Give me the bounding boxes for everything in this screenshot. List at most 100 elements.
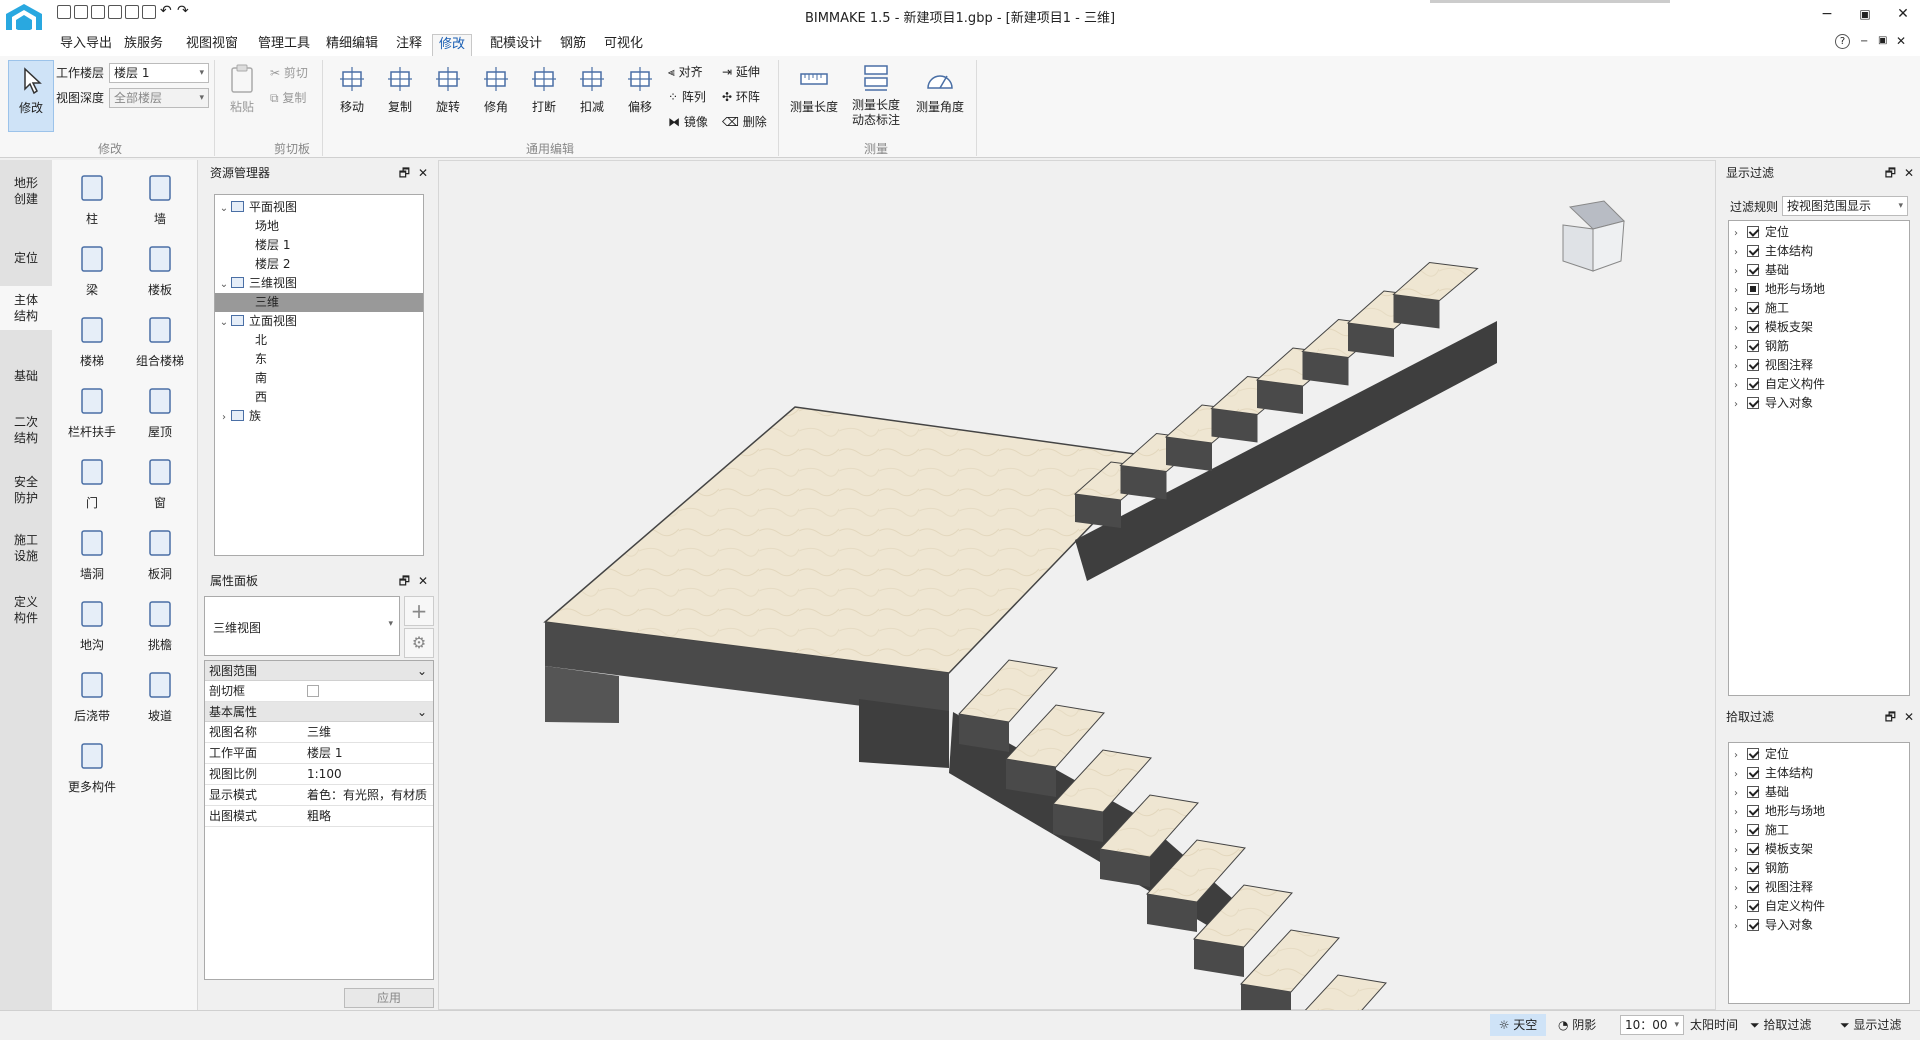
- filter-checkbox[interactable]: [1747, 226, 1759, 238]
- component-button-0[interactable]: 柱: [62, 172, 122, 227]
- sky-toggle[interactable]: ☼ 天空: [1490, 1014, 1546, 1036]
- filter-item[interactable]: › 定位: [1729, 745, 1909, 764]
- component-button-11[interactable]: 板洞: [130, 527, 190, 582]
- work-floor-select[interactable]: 楼层 1 ▾: [109, 63, 209, 83]
- filter-item[interactable]: › 定位: [1729, 223, 1909, 242]
- tool-subtract-button[interactable]: 扣减: [570, 64, 614, 115]
- menu-tab-9[interactable]: 可视化: [598, 34, 649, 56]
- component-button-7[interactable]: 屋顶: [130, 385, 190, 440]
- menu-tab-6[interactable]: 修改: [432, 34, 473, 56]
- pin-icon[interactable]: 🗗: [399, 162, 410, 184]
- help-icon[interactable]: ?: [1835, 34, 1850, 49]
- minimize-button[interactable]: −: [1812, 3, 1842, 25]
- measure-angle-button[interactable]: 测量角度: [912, 64, 968, 115]
- tool-copy-button[interactable]: 复制: [378, 64, 422, 115]
- filter-checkbox[interactable]: [1747, 264, 1759, 276]
- close-icon[interactable]: ✕: [1904, 706, 1914, 728]
- filter-checkbox[interactable]: [1747, 321, 1759, 333]
- filter-item[interactable]: › 基础: [1729, 783, 1909, 802]
- filter-item[interactable]: › 施工: [1729, 821, 1909, 840]
- filter-checkbox[interactable]: [1747, 245, 1759, 257]
- tree-item[interactable]: 南: [215, 369, 423, 388]
- filter-checkbox[interactable]: [1747, 881, 1759, 893]
- time-select[interactable]: 10：00 ▾: [1620, 1015, 1684, 1035]
- component-button-13[interactable]: 挑檐: [130, 598, 190, 653]
- filter-checkbox[interactable]: [1747, 786, 1759, 798]
- filter-checkbox[interactable]: [1747, 359, 1759, 371]
- menu-tab-8[interactable]: 钢筋: [554, 34, 592, 56]
- filter-checkbox[interactable]: [1747, 900, 1759, 912]
- category-tab-2[interactable]: 主体结构: [0, 286, 52, 330]
- chevron-right-icon[interactable]: ›: [1729, 898, 1743, 917]
- filter-item[interactable]: › 地形与场地: [1729, 280, 1909, 299]
- category-tab-6[interactable]: 施工设施: [0, 526, 52, 570]
- filter-item[interactable]: › 导入对象: [1729, 394, 1909, 413]
- filter-checkbox[interactable]: [1747, 824, 1759, 836]
- filter-checkbox[interactable]: [1747, 862, 1759, 874]
- tree-item[interactable]: 东: [215, 350, 423, 369]
- chevron-right-icon[interactable]: ›: [1729, 357, 1743, 376]
- chevron-right-icon[interactable]: ›: [1729, 803, 1743, 822]
- chevron-right-icon[interactable]: ›: [1729, 376, 1743, 395]
- chevron-right-icon[interactable]: ›: [1729, 300, 1743, 319]
- filter-checkbox[interactable]: [1747, 302, 1759, 314]
- property-row[interactable]: 出图模式 粗略: [205, 806, 433, 827]
- tree-item[interactable]: › 族: [215, 407, 423, 426]
- chevron-down-icon[interactable]: ⌄: [217, 199, 231, 218]
- filter-item[interactable]: › 自定义构件: [1729, 897, 1909, 916]
- viewport-3d[interactable]: [438, 160, 1716, 1040]
- pin-icon[interactable]: 🗗: [1885, 162, 1896, 184]
- type-selector[interactable]: 三维视图 ▾: [204, 596, 400, 656]
- filter-item[interactable]: › 模板支架: [1729, 318, 1909, 337]
- tree-item[interactable]: 三维: [215, 293, 423, 312]
- close-icon[interactable]: ✕: [418, 162, 428, 184]
- chevron-right-icon[interactable]: ›: [1729, 281, 1743, 300]
- chevron-right-icon[interactable]: ›: [1729, 765, 1743, 784]
- chevron-right-icon[interactable]: ›: [1729, 879, 1743, 898]
- chevron-right-icon[interactable]: ›: [1729, 841, 1743, 860]
- property-row[interactable]: 显示模式 着色：有光照，有材质: [205, 785, 433, 806]
- tree-item[interactable]: ⌄ 三维视图: [215, 274, 423, 293]
- filter-item[interactable]: › 视图注释: [1729, 356, 1909, 375]
- component-button-6[interactable]: 栏杆扶手: [62, 385, 122, 440]
- ring-array-button[interactable]: ✣ 环阵: [722, 87, 760, 107]
- chevron-right-icon[interactable]: ›: [1729, 822, 1743, 841]
- ribbon-restore-icon[interactable]: ▣: [1878, 35, 1887, 46]
- category-tab-0[interactable]: 地形创建: [0, 169, 52, 213]
- modify-button[interactable]: 修改: [8, 60, 54, 132]
- filter-checkbox[interactable]: [1747, 748, 1759, 760]
- chevron-down-icon[interactable]: ⌄: [217, 313, 231, 332]
- copy-small-button[interactable]: ⧉ 复制: [270, 88, 306, 108]
- filter-checkbox[interactable]: [1747, 397, 1759, 409]
- add-type-icon[interactable]: +: [404, 596, 434, 626]
- filter-checkbox[interactable]: [1747, 340, 1759, 352]
- view-cube[interactable]: [1562, 200, 1625, 272]
- chevron-down-icon[interactable]: ⌄: [217, 275, 231, 294]
- tool-rotate-button[interactable]: 旋转: [426, 64, 470, 115]
- menu-tab-1[interactable]: 族服务: [118, 34, 169, 56]
- menu-tab-4[interactable]: 精细编辑: [320, 34, 384, 56]
- ribbon-minimize-icon[interactable]: −: [1860, 36, 1868, 47]
- filter-item[interactable]: › 视图注释: [1729, 878, 1909, 897]
- tree-item[interactable]: ⌄ 平面视图: [215, 198, 423, 217]
- filter-item[interactable]: › 基础: [1729, 261, 1909, 280]
- tree-item[interactable]: 楼层 2: [215, 255, 423, 274]
- filter-checkbox[interactable]: [1747, 283, 1759, 295]
- filter-checkbox[interactable]: [1747, 378, 1759, 390]
- menu-tab-7[interactable]: 配模设计: [484, 34, 548, 56]
- category-tab-4[interactable]: 二次结构: [0, 408, 52, 452]
- property-row[interactable]: 视图名称 三维: [205, 722, 433, 743]
- chevron-right-icon[interactable]: ›: [1729, 746, 1743, 765]
- cut-button[interactable]: ✂ 剪切: [270, 63, 308, 83]
- category-tab-3[interactable]: 基础: [0, 362, 52, 390]
- filter-item[interactable]: › 主体结构: [1729, 764, 1909, 783]
- filter-item[interactable]: › 施工: [1729, 299, 1909, 318]
- menu-tab-5[interactable]: 注释: [390, 34, 428, 56]
- mirror-button[interactable]: ⧓ 镜像: [668, 112, 708, 132]
- chevron-right-icon[interactable]: ›: [1729, 262, 1743, 281]
- measure-dynamic-button[interactable]: 测量长度动态标注: [848, 64, 904, 128]
- chevron-right-icon[interactable]: ›: [1729, 319, 1743, 338]
- chevron-right-icon[interactable]: ›: [1729, 917, 1743, 936]
- section-view-range[interactable]: 视图范围 ⌄: [205, 661, 433, 681]
- filter-item[interactable]: › 导入对象: [1729, 916, 1909, 935]
